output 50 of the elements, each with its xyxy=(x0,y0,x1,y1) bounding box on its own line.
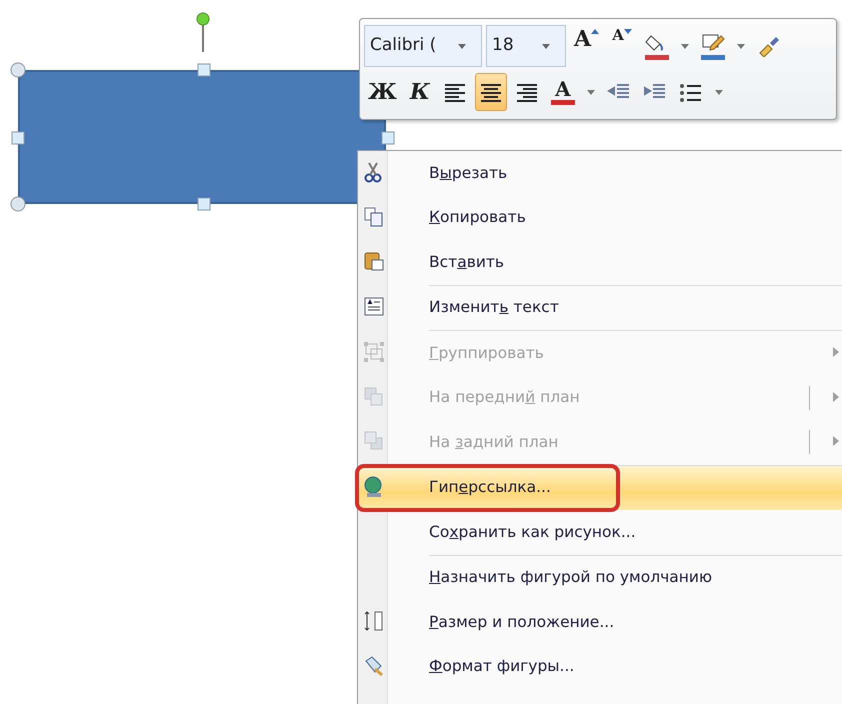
submenu-arrow-icon xyxy=(833,436,839,446)
caret-icon xyxy=(542,44,550,48)
resize-handle[interactable] xyxy=(196,196,212,212)
grow-font-button[interactable]: A xyxy=(570,27,604,65)
submenu-arrow-icon xyxy=(833,347,839,357)
align-left-icon xyxy=(442,81,467,103)
small-triangle-icon xyxy=(624,28,632,35)
menu-item[interactable]: Размер и положение... xyxy=(358,600,842,644)
resize-handle[interactable] xyxy=(10,130,26,146)
menu-item[interactable]: Сохранить как рисунок... xyxy=(358,510,842,554)
submenu-arrow-icon xyxy=(833,392,839,402)
resize-handle[interactable] xyxy=(380,130,396,146)
align-center-button[interactable] xyxy=(474,73,507,111)
menu-item: На задний план xyxy=(358,420,842,464)
italic-button[interactable]: К xyxy=(404,73,435,111)
menu-item[interactable]: Вставить xyxy=(358,240,842,284)
bring-forward-icon xyxy=(363,386,385,408)
menu-item[interactable]: Копировать xyxy=(358,196,842,240)
caret-icon xyxy=(586,90,595,94)
format-shape-icon xyxy=(363,654,385,676)
corner-handle[interactable] xyxy=(10,196,26,212)
group-icon xyxy=(363,341,385,363)
corner-handle[interactable] xyxy=(10,62,26,78)
bold-button[interactable]: Ж xyxy=(364,73,401,111)
menu-item[interactable]: Назначить фигурой по умолчанию xyxy=(358,556,842,600)
rotation-handle[interactable] xyxy=(196,12,210,52)
font-size-field[interactable]: 18 xyxy=(492,33,514,59)
align-right-icon xyxy=(514,81,539,103)
caret-icon xyxy=(737,44,746,48)
caret-icon xyxy=(714,90,723,94)
painter-icon xyxy=(757,35,782,57)
menu-item[interactable]: Изменить текст xyxy=(358,286,842,330)
text-box-icon xyxy=(363,296,385,318)
send-backward-icon xyxy=(363,430,385,452)
menu-item: Группировать xyxy=(358,331,842,376)
resize-handle[interactable] xyxy=(196,62,212,78)
caret-icon xyxy=(681,44,690,48)
menu-item[interactable]: Вырезать xyxy=(358,151,842,196)
menu-item[interactable]: Формат фигуры... xyxy=(358,644,842,689)
clipboard-icon xyxy=(363,250,385,272)
copy-icon xyxy=(363,206,385,228)
shrink-font-button[interactable]: A xyxy=(607,27,638,65)
align-center-icon xyxy=(478,81,503,103)
menu-item[interactable]: Гиперссылка... xyxy=(358,466,842,510)
bullets-icon xyxy=(678,81,703,103)
menu-item: На передний план xyxy=(358,376,842,420)
font-color-button[interactable]: A xyxy=(546,73,579,111)
caret-icon xyxy=(458,44,466,48)
small-triangle-icon xyxy=(591,28,600,35)
size-icon xyxy=(363,610,385,632)
